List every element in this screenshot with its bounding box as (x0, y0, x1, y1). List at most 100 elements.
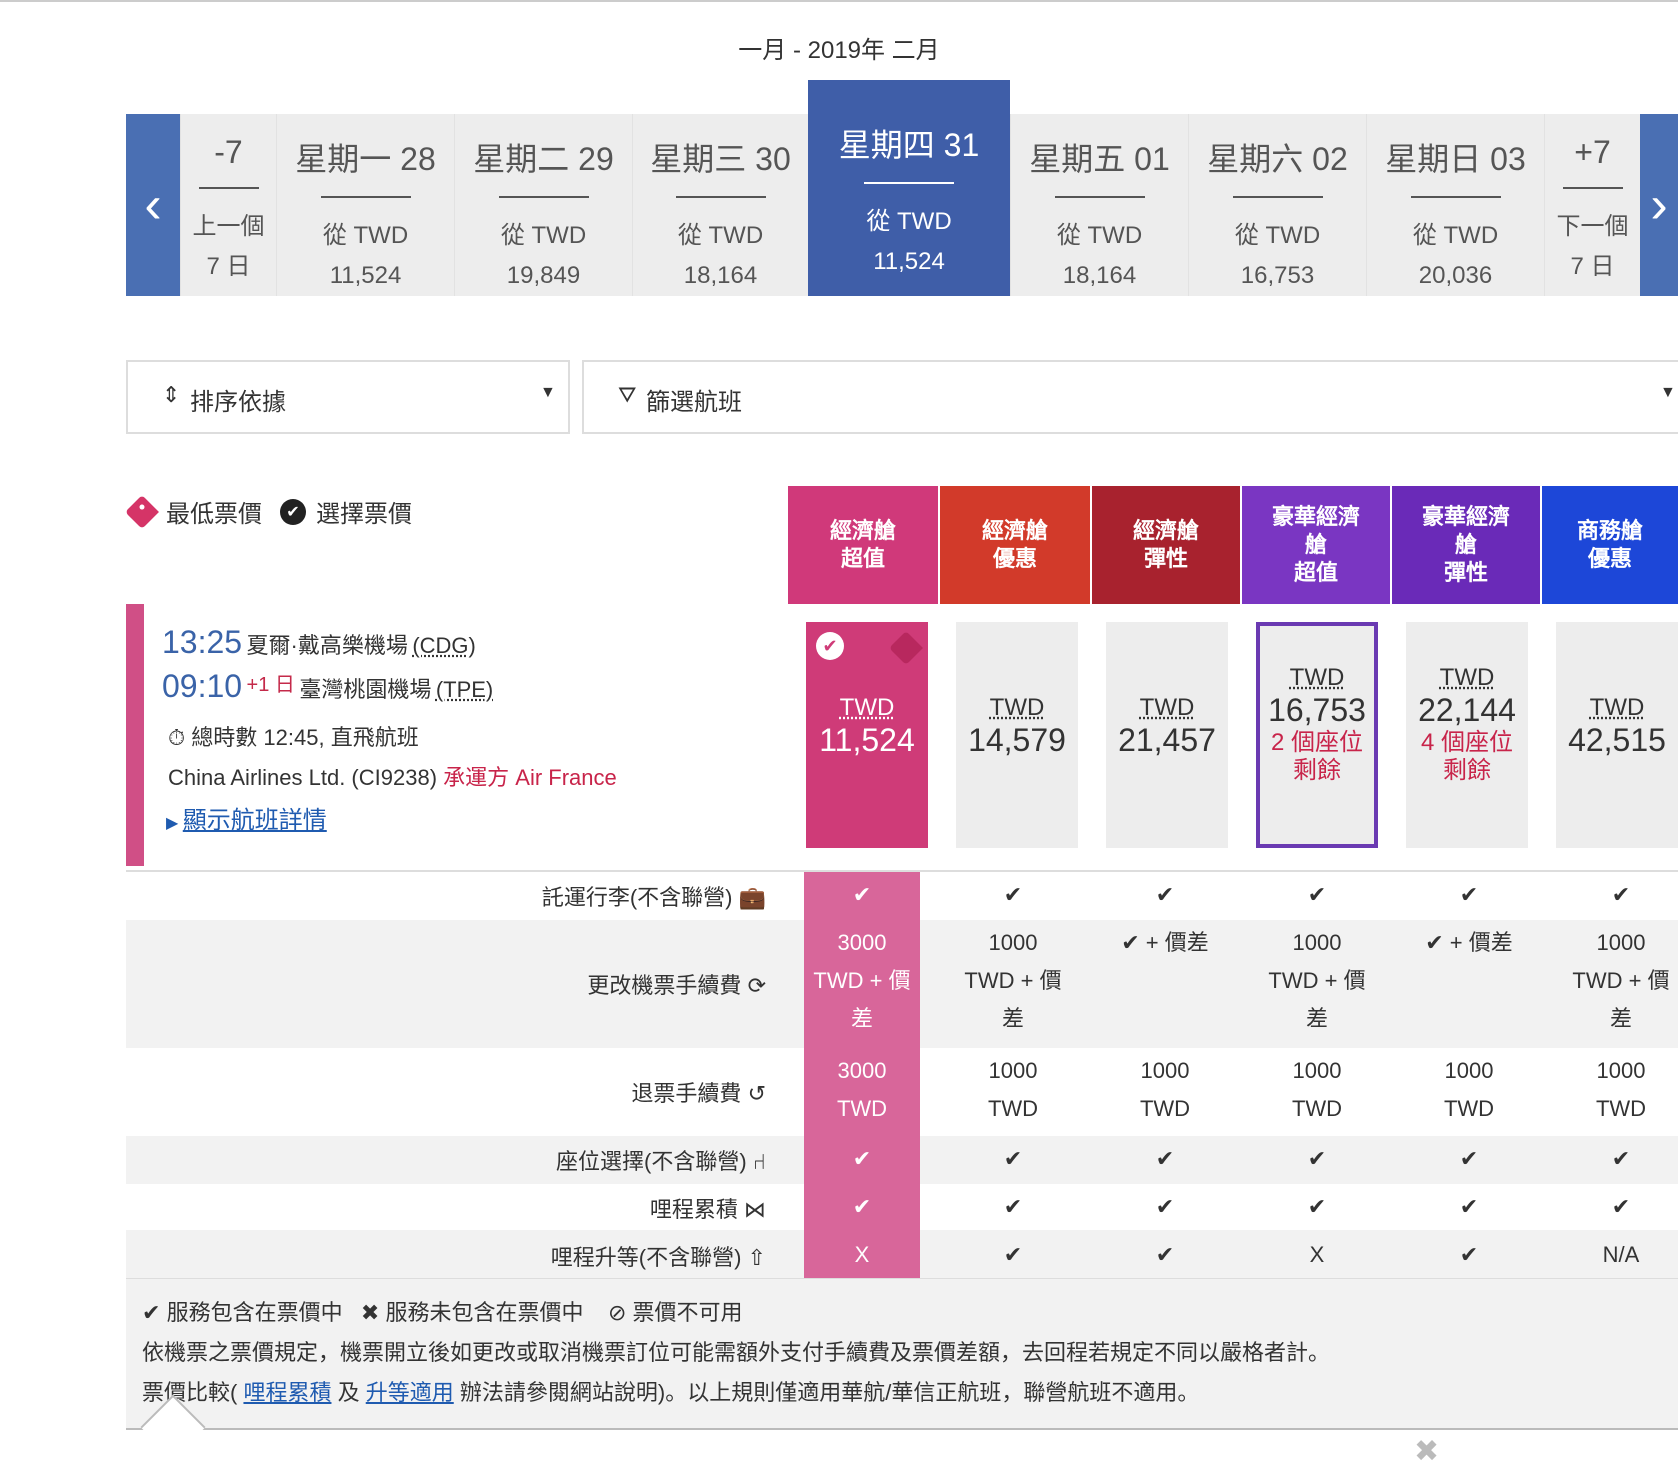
arrival-airport: 臺灣桃園機場 (299, 677, 432, 702)
feature-value-cell: ✔ (1003, 1194, 1023, 1219)
date-tab-03[interactable]: 星期日 03 從 TWD 20,036 (1366, 114, 1544, 296)
arrival-day-offset: +1 日 (246, 674, 295, 696)
feature-value-cell: ✔ + 價差 (1121, 930, 1209, 955)
flight-accent-bar (126, 604, 144, 866)
fare-header-premium-economy-flex: 豪華經濟艙彈性 (1392, 486, 1542, 604)
feature-value-cell: 1000 TWD (1595, 1058, 1647, 1121)
feature-value-cell: 1000 TWD (1443, 1058, 1495, 1121)
fare-price-cell[interactable]: TWD 42,515 (1556, 622, 1678, 848)
departure-code[interactable]: (CDG) (412, 633, 476, 658)
feature-value-cell: ✔ (1611, 882, 1631, 907)
feature-value-cell: ✔ (1611, 1146, 1631, 1171)
departure-time: 13:25 (162, 624, 243, 660)
feature-value-cell: ✔ (1459, 882, 1479, 907)
fare-legend: 最低票價 ✔ 選擇票價 (125, 494, 412, 529)
feature-label-mileage-accrual: 哩程累積 ⋈ (649, 1197, 766, 1222)
prev-7-days[interactable]: -7 上一個 7 日 (180, 114, 276, 296)
next-7-days[interactable]: +7 下一個 7 日 (1544, 114, 1640, 296)
flight-card: 13:25 夏爾·戴高樂機場 (CDG) 09:10 +1 日 臺灣桃園機場 (… (126, 604, 776, 866)
feature-value-cell: 1000 TWD + 價 差 (1572, 930, 1670, 1031)
feature-value-cell: X (854, 1242, 870, 1267)
caret-down-icon: ▼ (540, 384, 556, 401)
feature-label-checked-baggage: 託運行李(不含聯營) 💼 (541, 885, 766, 910)
x-icon: ✖ (360, 1300, 380, 1325)
feature-label-change-fee: 更改機票手續費 ⟳ (587, 973, 766, 998)
feature-value-cell: 1000 TWD (1291, 1058, 1343, 1121)
feature-label-refund-fee: 退票手續費 ↺ (631, 1081, 766, 1106)
feature-value-cell: ✔ (1155, 882, 1175, 907)
feature-value-cell: ✔ (1155, 1146, 1175, 1171)
feature-value-cell: ✔ (1611, 1194, 1631, 1219)
fare-header-economy-saver: 經濟艙 優惠 (940, 486, 1092, 604)
feature-value-cell: ✔ (1307, 1194, 1327, 1219)
filter-icon: ⛛ (618, 382, 637, 407)
upgrade-rules-link[interactable]: 升等適用 (366, 1380, 454, 1405)
feature-value-cell: N/A (1602, 1242, 1640, 1267)
date-tab-29[interactable]: 星期二 29 從 TWD 19,849 (454, 114, 632, 296)
feature-value-cell: ✔ (1459, 1194, 1479, 1219)
price-tag-icon (889, 631, 923, 665)
date-tab-30[interactable]: 星期三 30 從 TWD 18,164 (632, 114, 808, 296)
feature-value-cell: 1000 TWD (987, 1058, 1039, 1121)
prev-week-button[interactable]: ‹ (126, 114, 180, 296)
top-divider (0, 0, 1678, 2)
arrival-time: 09:10 (162, 668, 243, 704)
sort-icon: ⇕ (162, 382, 181, 407)
feature-value-cell: ✔ (1307, 882, 1327, 907)
flight-duration: 總時數 12:45, 直飛航班 (191, 725, 419, 750)
fare-header-business-saver: 商務艙 優惠 (1542, 486, 1678, 604)
date-tab-02[interactable]: 星期六 02 從 TWD 16,753 (1188, 114, 1366, 296)
sort-dropdown[interactable]: ⇕ 排序依據 ▼ (126, 360, 570, 434)
feature-label-mileage-upgrade: 哩程升等(不含聯營) ⇧ (550, 1245, 766, 1270)
feature-value-cell: ✔ (1003, 882, 1023, 907)
next-week-button[interactable]: › (1640, 114, 1678, 296)
feature-label-seat-selection: 座位選擇(不含聯營) ⑁ (556, 1149, 766, 1174)
feature-value-cell: 1000 TWD (1139, 1058, 1191, 1121)
feature-value-cell: ✔ (852, 1194, 872, 1219)
fare-price-cell[interactable]: TWD 14,579 (956, 622, 1078, 848)
feature-value-cell: ✔ (1003, 1242, 1023, 1267)
fare-compare-note: 票價比較( 哩程累積 及 升等適用 辦法請參閱網站說明)。以上規則僅適用華航/華… (142, 1380, 1200, 1405)
chevron-right-icon: › (1650, 176, 1668, 234)
close-icon[interactable]: ✖ (1414, 1434, 1439, 1469)
arrival-code[interactable]: (TPE) (436, 677, 493, 702)
caret-down-icon: ▼ (1660, 384, 1676, 401)
departure-airport: 夏爾·戴高樂機場 (246, 633, 408, 658)
suitcase-icon: 💼 (738, 885, 766, 910)
feature-value-cell: 3000 TWD (836, 1058, 888, 1121)
fare-price-cell[interactable]: ✔ TWD 11,524 (806, 622, 928, 848)
fare-price-cell[interactable]: TWD 16,753 2 個座位 剩餘 (1256, 622, 1378, 848)
feature-value-cell: ✔ + 價差 (1425, 930, 1513, 955)
mileage-accrual-link[interactable]: 哩程累積 (243, 1380, 331, 1405)
fare-price-cell[interactable]: TWD 22,144 4 個座位 剩餘 (1406, 622, 1528, 848)
check-circle-icon: ✔ (816, 632, 844, 660)
fare-rules-note: 依機票之票價規定，機票開立後如更改或取消機票訂位可能需額外支付手續費及票價差額，… (142, 1340, 1331, 1365)
price-tag-icon (125, 494, 159, 529)
miles-icon: ⋈ (744, 1197, 766, 1222)
check-icon: ✔ (142, 1300, 161, 1325)
refresh-icon: ⟳ (747, 973, 766, 998)
show-flight-details-link[interactable]: 顯示航班詳情 (183, 807, 327, 834)
operated-by: 承運方 Air France (443, 765, 617, 790)
feature-value-cell: ✔ (1459, 1146, 1479, 1171)
feature-value-cell: ✔ (1155, 1194, 1175, 1219)
refund-icon: ↺ (747, 1081, 766, 1106)
date-tab-28[interactable]: 星期一 28 從 TWD 11,524 (276, 114, 454, 296)
month-header: 一月 - 2019年 二月 (738, 37, 940, 64)
fare-price-cell[interactable]: TWD 21,457 (1106, 622, 1228, 848)
date-tab-01[interactable]: 星期五 01 從 TWD 18,164 (1010, 114, 1188, 296)
fare-header-premium-economy-value: 豪華經濟艙超值 (1242, 486, 1392, 604)
feature-value-cell: X (1309, 1242, 1325, 1267)
upgrade-icon: ⇧ (747, 1245, 766, 1270)
feature-value-cell: ✔ (1003, 1146, 1023, 1171)
fare-header-economy-super-value: 經濟艙 超值 (788, 486, 940, 604)
caret-right-icon: ▶ (166, 815, 179, 832)
unavailable-icon: ⊘ (607, 1300, 627, 1325)
date-tab-31-selected[interactable]: 星期四 31 從 TWD 11,524 (808, 80, 1010, 296)
feature-value-cell: ✔ (1307, 1146, 1327, 1171)
filter-dropdown[interactable]: ⛛ 篩選航班 ▼ (582, 360, 1678, 434)
feature-value-cell: 1000 TWD + 價 差 (964, 930, 1062, 1031)
stopwatch-icon: ⏱ (168, 725, 186, 750)
check-circle-icon: ✔ (280, 498, 306, 525)
seat-icon: ⑁ (752, 1149, 766, 1174)
